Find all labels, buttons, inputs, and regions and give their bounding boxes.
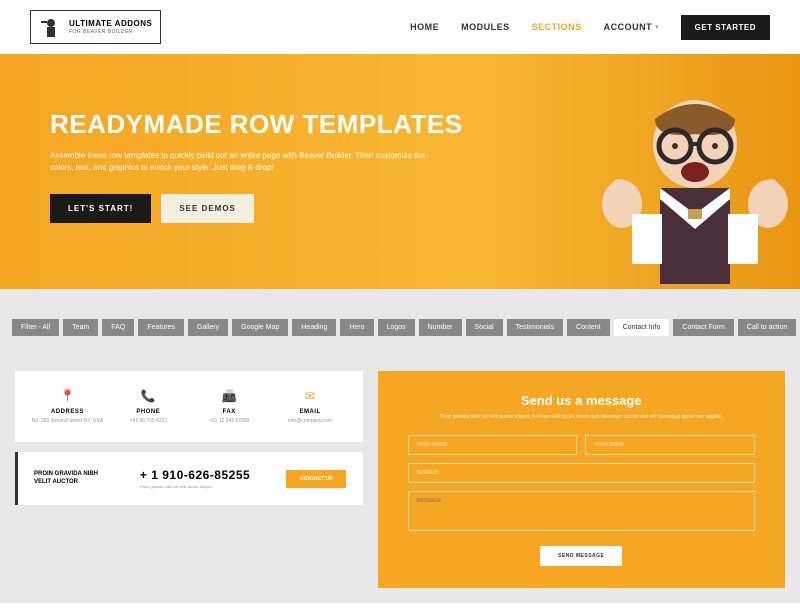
contact-us-button[interactable]: CONTACT US — [286, 470, 346, 488]
phone-number: + 1 910-626-85255 — [140, 468, 250, 482]
filter-contact-info[interactable]: Contact Info — [614, 319, 670, 336]
chevron-down-icon: ▾ — [655, 23, 659, 31]
subject-input[interactable] — [408, 463, 756, 483]
filter-testimonials[interactable]: Testimonials — [507, 319, 564, 336]
nav-sections[interactable]: SECTIONS — [532, 22, 582, 32]
logo[interactable]: ULTIMATE ADDONS FOR BEAVER BUILDER — [30, 10, 161, 44]
filter-filter-all[interactable]: Filter - All — [12, 319, 59, 336]
contact-item-address: 📍ADDRESSNo. 250 Second Street NY, USA — [27, 389, 108, 424]
hero-image — [590, 84, 800, 289]
filter-number[interactable]: Number — [419, 319, 462, 336]
content: 📍ADDRESSNo. 250 Second Street NY, USA📞PH… — [0, 356, 800, 603]
nav-modules[interactable]: MODULES — [461, 22, 510, 32]
nav: HOME MODULES SECTIONS ACCOUNT ▾ GET STAR… — [410, 15, 770, 40]
phone-icon: 📞 — [108, 389, 189, 403]
nav-account[interactable]: ACCOUNT ▾ — [604, 22, 659, 32]
phone-card: PROIN GRAVIDA NIBH VELIT AUCTOR + 1 910-… — [15, 452, 363, 505]
contact-item-email: ✉EMAILinfo@company.com — [270, 389, 351, 424]
filter-hero[interactable]: Hero — [340, 319, 373, 336]
phone-subtext: Proin gravida nibh vel velit auctor aliq… — [140, 484, 250, 489]
hero: READYMADE ROW TEMPLATES Assemble these r… — [0, 54, 800, 289]
nav-home[interactable]: HOME — [410, 22, 439, 32]
contact-item-fax: 📠FAX+91 12 345 67890 — [189, 389, 270, 424]
logo-sub-text: FOR BEAVER BUILDER — [69, 29, 152, 35]
filter-social[interactable]: Social — [466, 319, 503, 336]
contact-info-card: 📍ADDRESSNo. 250 Second Street NY, USA📞PH… — [15, 371, 363, 442]
filter-faq[interactable]: FAQ — [102, 319, 134, 336]
filter-logos[interactable]: Logos — [378, 319, 415, 336]
hero-subtitle: Assemble these row templates to quickly … — [50, 150, 450, 174]
header: ULTIMATE ADDONS FOR BEAVER BUILDER HOME … — [0, 0, 800, 54]
email-icon: ✉ — [270, 389, 351, 403]
form-title: Send us a message — [408, 393, 756, 408]
address-icon: 📍 — [27, 389, 108, 403]
form-subtitle: Proin gravida nibh vel velit auctor aliq… — [408, 414, 756, 421]
filter-features[interactable]: Features — [138, 319, 184, 336]
filter-contact-form[interactable]: Contact Form — [673, 319, 733, 336]
filter-bar: Filter - AllTeamFAQFeaturesGalleryGoogle… — [0, 289, 800, 356]
filter-heading[interactable]: Heading — [292, 319, 336, 336]
phone-card-heading: PROIN GRAVIDA NIBH VELIT AUCTOR — [34, 471, 104, 487]
hero-title: READYMADE ROW TEMPLATES — [50, 109, 590, 140]
see-demos-button[interactable]: SEE DEMOS — [161, 194, 254, 223]
filter-team[interactable]: Team — [63, 319, 98, 336]
logo-main-text: ULTIMATE ADDONS — [69, 19, 152, 29]
filter-google-map[interactable]: Google Map — [232, 319, 288, 336]
logo-icon — [39, 15, 63, 39]
get-started-button[interactable]: GET STARTED — [681, 15, 770, 40]
send-message-button[interactable]: SEND MESSAGE — [540, 546, 622, 566]
filter-content[interactable]: Content — [567, 319, 610, 336]
message-input[interactable] — [408, 491, 756, 531]
email-input[interactable] — [585, 435, 755, 455]
contact-item-phone: 📞PHONE+91 98 765 4321 — [108, 389, 189, 424]
contact-form-card: Send us a message Proin gravida nibh vel… — [378, 371, 786, 588]
lets-start-button[interactable]: LET'S START! — [50, 194, 151, 223]
filter-call-to-action[interactable]: Call to action — [738, 319, 796, 336]
fax-icon: 📠 — [189, 389, 270, 403]
name-input[interactable] — [408, 435, 578, 455]
filter-gallery[interactable]: Gallery — [188, 319, 228, 336]
